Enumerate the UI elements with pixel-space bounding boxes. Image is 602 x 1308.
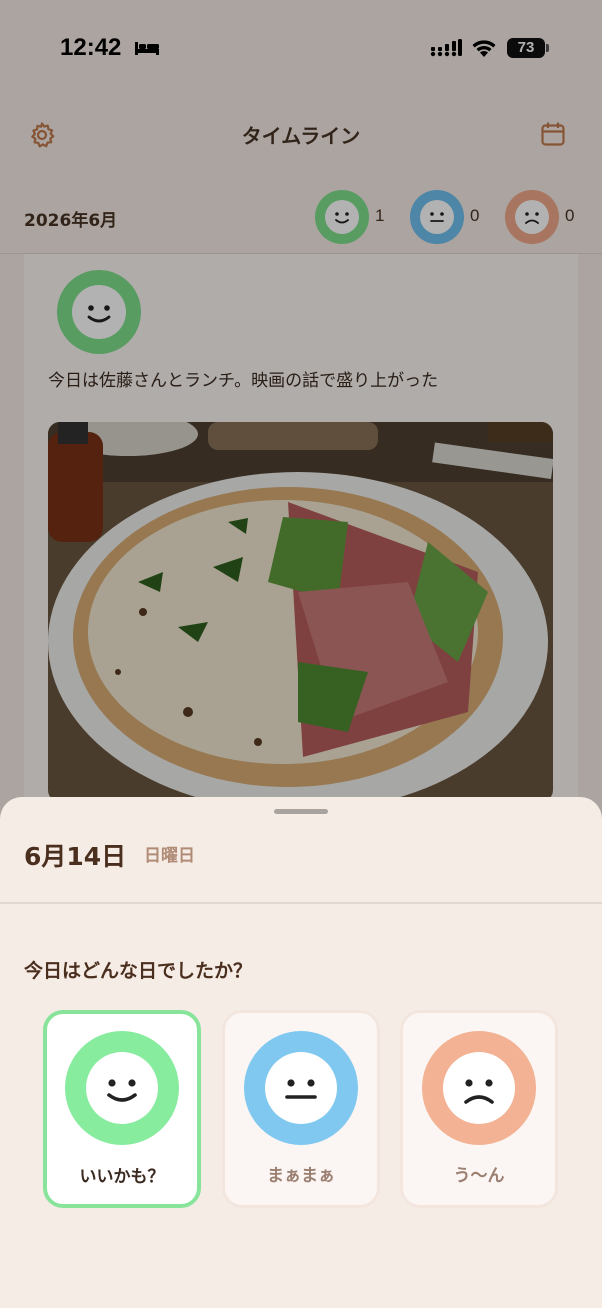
sheet-date: 6月14日 <box>24 842 127 871</box>
mood-entry-sheet: 6月14日 日曜日 今日はどんな日でしたか？ いいかも？ まぁまぁ う〜ん <box>0 797 602 1308</box>
neutral-mood-icon <box>244 1031 358 1145</box>
sheet-grabber[interactable] <box>274 809 328 814</box>
divider <box>0 902 602 904</box>
mood-option-label: まぁまぁ <box>267 1166 335 1186</box>
mood-question: 今日はどんな日でしたか？ <box>24 960 253 982</box>
sheet-weekday: 日曜日 <box>144 846 195 866</box>
mood-option-label: いいかも？ <box>79 1167 165 1187</box>
mood-option-label: う〜ん <box>453 1166 505 1186</box>
bad-mood-icon <box>422 1031 536 1145</box>
good-mood-icon <box>65 1031 179 1145</box>
mood-option-bad[interactable]: う〜ん <box>400 1010 558 1208</box>
mood-option-good[interactable]: いいかも？ <box>43 1010 201 1208</box>
mood-option-neutral[interactable]: まぁまぁ <box>222 1010 380 1208</box>
